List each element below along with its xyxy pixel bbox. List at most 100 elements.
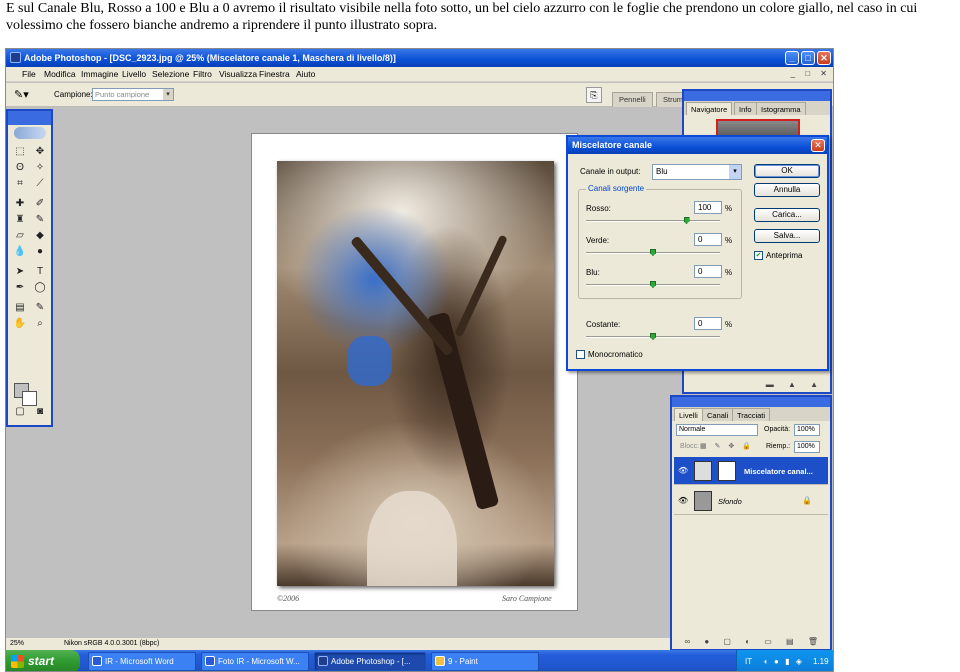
move-tool-icon[interactable]: ✥ [32,145,48,159]
language-indicator[interactable]: IT [745,650,752,671]
blur-tool-icon[interactable]: 💧 [12,245,28,259]
zoom-level[interactable]: 25% [10,638,24,650]
menu-livello[interactable]: Livello [122,69,146,79]
eye-icon[interactable]: 👁 [678,496,688,505]
healing-brush-tool-icon[interactable]: ✚ [12,197,28,211]
system-tray: IT ◖ ● ▮ ◈ 1.19 [736,650,833,671]
blue-input[interactable]: 0 [694,265,722,278]
crop-tool-icon[interactable]: ⌗ [12,177,28,191]
menu-filtro[interactable]: Filtro [193,69,212,79]
history-brush-tool-icon[interactable]: ✎ [32,213,48,227]
source-channels-legend: Canali sorgente [586,184,647,193]
eyedropper-tool-icon[interactable]: ✎ [32,301,48,315]
constant-input[interactable]: 0 [694,317,722,330]
pen-tool-icon[interactable]: ✒ [12,281,28,295]
document-window-controls[interactable]: _ □ ✕ [791,69,831,78]
red-slider[interactable] [586,217,720,224]
maximize-button[interactable]: □ [801,51,815,65]
menu-immagine[interactable]: Immagine [81,69,118,79]
layer-row-channel-mixer[interactable]: 👁 Miscelatore canal... [674,457,828,485]
fill-input[interactable]: 100% [794,441,820,453]
taskbar-item-word-ir[interactable]: IR - Microsoft Word [88,652,196,671]
shape-tool-icon[interactable]: ◯ [32,281,48,295]
menu-finestra[interactable]: Finestra [259,69,290,79]
zoom-tool-icon[interactable]: ⌕ [32,317,48,331]
tab-info[interactable]: Info [734,102,757,115]
red-label: Rosso: [586,204,611,213]
photo-path [367,491,457,586]
file-browser-icon[interactable]: ⎘ [586,87,602,103]
quick-mask-mode-icon[interactable]: ◙ [32,405,48,419]
eye-icon[interactable]: 👁 [678,466,688,475]
green-input[interactable]: 0 [694,233,722,246]
close-button[interactable]: ✕ [817,51,831,65]
save-button[interactable]: Salva... [754,229,820,243]
background-color-swatch[interactable] [22,391,37,406]
close-icon[interactable]: ✕ [811,139,825,152]
tab-istogramma[interactable]: Istogramma [756,102,806,115]
navigator-zoom-buttons[interactable]: ▬ ▲ ▲ [766,380,824,389]
menu-visualizza[interactable]: Visualizza [219,69,257,79]
green-slider[interactable] [586,249,720,256]
taskbar-item-photoshop[interactable]: Adobe Photoshop - [... [314,652,426,671]
output-channel-select[interactable]: Blu ▾ [652,164,742,180]
adobe-feather-icon[interactable] [14,127,46,139]
tab-navigatore[interactable]: Navigatore [686,102,733,115]
magic-wand-tool-icon[interactable]: ✧ [32,161,48,175]
taskbar-item-word-foto-ir[interactable]: Foto IR - Microsoft W... [201,652,309,671]
minimize-button[interactable]: _ [785,51,799,65]
windows-logo-icon [11,655,24,668]
monochrome-checkbox[interactable] [576,350,585,359]
lock-icons[interactable]: ▦ ✎ ✥ 🔒 [700,442,754,450]
brush-tool-icon[interactable]: ✐ [32,197,48,211]
tray-icons[interactable]: ◖ ● ▮ ◈ [763,650,804,671]
marquee-tool-icon[interactable]: ⬚ [12,145,28,159]
clock[interactable]: 1.19 [813,650,829,671]
document-canvas[interactable]: ©2006 Saro Campione [251,133,578,611]
blend-mode-select[interactable]: Normale [676,424,758,436]
layer-name: Miscelatore canal... [744,467,813,476]
constant-slider-thumb[interactable] [650,333,656,340]
percent-sign: % [725,320,733,329]
layer-mask-thumbnail[interactable] [718,461,736,481]
path-selection-tool-icon[interactable]: ➤ [12,265,28,279]
status-bar: 25% Nikon sRGB 4.0.0.3001 (8bpc) [6,638,670,650]
preview-checkbox[interactable]: ✔ [754,251,763,260]
menu-selezione[interactable]: Selezione [152,69,189,79]
paint-bucket-tool-icon[interactable]: ◆ [32,229,48,243]
menu-modifica[interactable]: Modifica [44,69,76,79]
load-button[interactable]: Carica... [754,208,820,222]
opacity-input[interactable]: 100% [794,424,820,436]
eyedropper-tool-preset-icon[interactable]: ✎▾ [14,88,34,102]
start-button[interactable]: start [6,650,80,671]
standard-mode-icon[interactable]: ▢ [12,405,28,419]
slice-tool-icon[interactable]: ⟋ [32,177,48,191]
ok-button[interactable]: OK [754,164,820,178]
clone-stamp-tool-icon[interactable]: ♜ [12,213,28,227]
tab-tracciati[interactable]: Tracciati [732,408,771,421]
notes-tool-icon[interactable]: ▤ [12,301,28,315]
menu-aiuto[interactable]: Aiuto [296,69,315,79]
tab-pennelli[interactable]: Pennelli [612,92,653,107]
dodge-tool-icon[interactable]: ● [32,245,48,259]
lasso-tool-icon[interactable]: ʘ [12,161,28,175]
type-tool-icon[interactable]: T [32,265,48,279]
blue-slider[interactable] [586,281,720,288]
constant-slider[interactable] [586,333,720,340]
sample-size-select[interactable]: Punto campione ▾ [92,88,174,101]
cancel-button[interactable]: Annulla [754,183,820,197]
layer-row-background[interactable]: 👁 Sfondo 🔒 [674,487,828,515]
toolbox-header[interactable] [8,111,51,125]
layers-bottom-buttons[interactable]: ∞ ● ▢ ◐ ▭ ▤ 🗑 [684,637,824,646]
menu-file[interactable]: File [22,69,36,79]
tab-livelli[interactable]: Livelli [674,408,703,421]
taskbar-item-paint[interactable]: 9 - Paint [431,652,539,671]
palette-header[interactable] [684,91,830,101]
red-input[interactable]: 100 [694,201,722,214]
window-title: Adobe Photoshop - [DSC_2923.jpg @ 25% (M… [24,53,396,63]
palette-header[interactable] [672,397,830,407]
eraser-tool-icon[interactable]: ▱ [12,229,28,243]
opacity-label: Opacità: [764,426,791,433]
hand-tool-icon[interactable]: ✋ [12,317,28,331]
tab-canali[interactable]: Canali [702,408,734,421]
